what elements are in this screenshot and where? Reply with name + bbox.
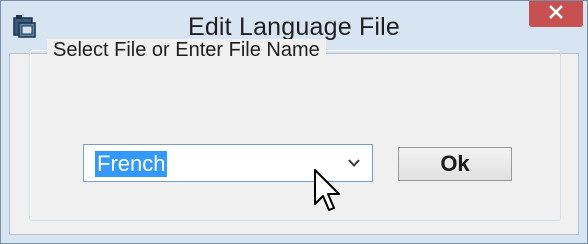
file-name-value[interactable]: French bbox=[95, 151, 168, 177]
close-button[interactable] bbox=[529, 1, 583, 27]
file-groupbox bbox=[29, 49, 561, 221]
ok-button[interactable]: Ok bbox=[398, 147, 512, 181]
chevron-down-icon[interactable] bbox=[346, 156, 362, 170]
groupbox-label: Select File or Enter File Name bbox=[47, 39, 326, 62]
window-title: Edit Language File bbox=[187, 13, 401, 41]
mouse-cursor-icon bbox=[313, 168, 343, 216]
close-icon bbox=[549, 4, 563, 24]
dialog-window: Edit Language File Select File or Enter … bbox=[0, 0, 588, 244]
